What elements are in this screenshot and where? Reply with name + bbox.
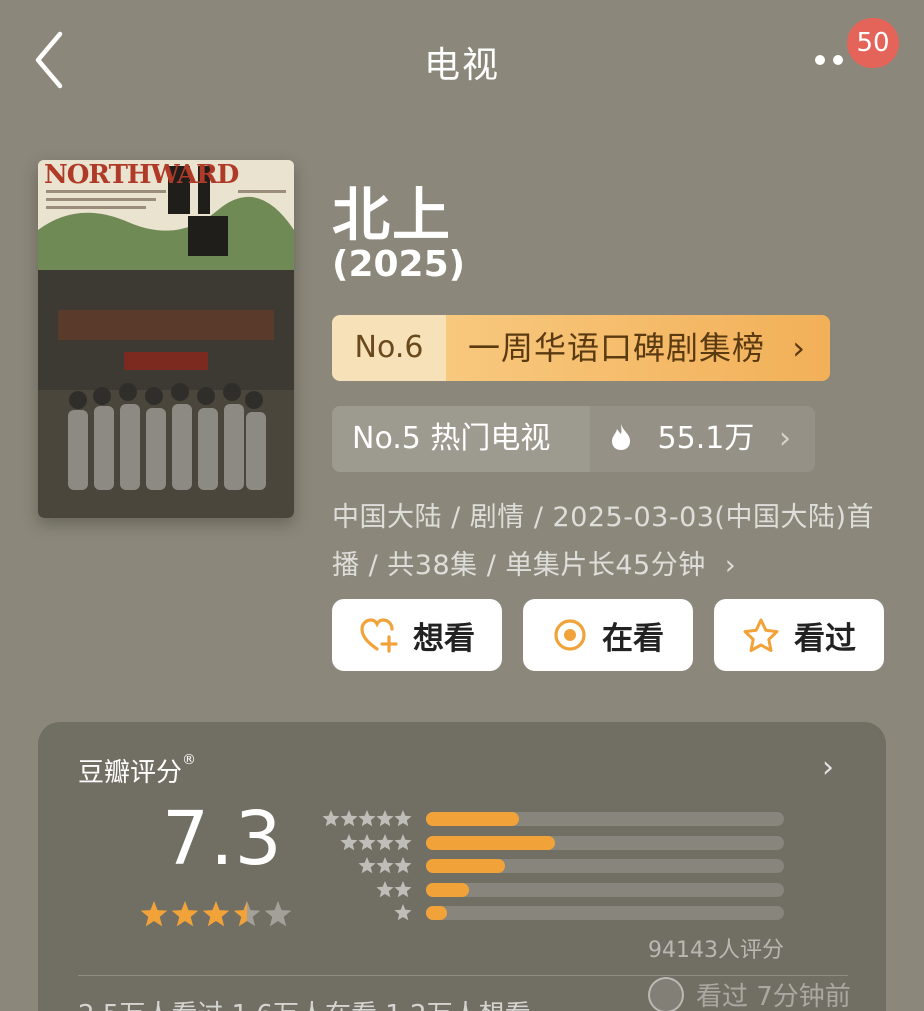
distribution-stars-1 bbox=[394, 904, 412, 921]
chevron-right-icon: › bbox=[792, 329, 806, 367]
poster-title-text: NORTHWARD bbox=[44, 160, 239, 190]
small-star-icon bbox=[358, 833, 376, 850]
distribution-bar-1 bbox=[426, 906, 784, 920]
rating-star-icon bbox=[202, 901, 230, 927]
small-star-icon bbox=[394, 810, 412, 827]
chevron-right-icon: › bbox=[724, 550, 737, 581]
rating-score: 7.3 bbox=[162, 796, 283, 882]
show-meta-line2[interactable]: 播 / 共38集 / 单集片长45分钟 › bbox=[332, 543, 736, 582]
hot-rank-label: No.5 热门电视 bbox=[332, 406, 590, 472]
distribution-bar-fill bbox=[426, 859, 505, 873]
target-circle-icon bbox=[554, 619, 586, 651]
watched-button[interactable]: 看过 bbox=[714, 599, 884, 671]
weekly-rank-list: 一周华语口碑剧集榜 › bbox=[446, 315, 830, 381]
weekly-rank-banner[interactable]: No.6 一周华语口碑剧集榜 › bbox=[332, 315, 830, 381]
show-meta-line1: 中国大陆 / 剧情 / 2025-03-03(中国大陆)首 bbox=[332, 502, 875, 533]
watching-button[interactable]: 在看 bbox=[523, 599, 693, 671]
small-star-icon bbox=[376, 880, 394, 897]
distribution-bar-fill bbox=[426, 812, 520, 826]
watermark-text: 看过 7分钟前 bbox=[696, 982, 851, 1011]
rating-star-icon bbox=[233, 901, 261, 927]
small-star-icon bbox=[394, 857, 412, 874]
want-to-watch-button[interactable]: 想看 bbox=[332, 599, 502, 671]
distribution-stars-2 bbox=[376, 880, 412, 897]
rating-stars bbox=[138, 898, 298, 936]
poster-image[interactable]: NORTHWARD bbox=[38, 160, 294, 518]
chevron-right-icon[interactable]: › bbox=[822, 750, 834, 785]
rating-label: 豆瓣评分® bbox=[78, 752, 196, 789]
small-star-icon bbox=[394, 904, 412, 921]
flame-icon bbox=[612, 423, 630, 450]
distribution-stars-5 bbox=[322, 810, 412, 827]
hot-count: 55.1万 bbox=[657, 421, 755, 456]
show-title: 北上 bbox=[332, 181, 453, 249]
small-star-icon bbox=[358, 810, 376, 827]
rating-label-text: 豆瓣评分 bbox=[78, 758, 183, 788]
notification-badge[interactable]: 50 bbox=[847, 18, 899, 68]
small-star-icon bbox=[340, 833, 358, 850]
small-star-icon bbox=[376, 833, 394, 850]
distribution-bar-2 bbox=[426, 882, 784, 897]
star-outline-icon bbox=[743, 618, 779, 652]
distribution-stars-4 bbox=[340, 833, 412, 850]
distribution-bar-fill bbox=[426, 882, 469, 897]
rating-star-icon bbox=[140, 901, 168, 927]
weekly-rank-list-name: 一周华语口碑剧集榜 bbox=[468, 329, 766, 367]
small-star-icon bbox=[340, 810, 358, 827]
small-star-icon bbox=[358, 857, 376, 874]
distribution-bar-fill bbox=[426, 835, 555, 850]
page-title: 电视 bbox=[423, 45, 500, 86]
chevron-right-icon: › bbox=[779, 421, 791, 456]
distribution-bar-fill bbox=[426, 906, 448, 920]
registered-mark: ® bbox=[182, 752, 197, 768]
distribution-stars-3 bbox=[358, 857, 412, 874]
weekly-rank-number: No.6 bbox=[332, 315, 446, 381]
show-meta-line2-text: 播 / 共38集 / 单集片长45分钟 bbox=[332, 550, 706, 581]
avatar bbox=[648, 976, 684, 1011]
hot-rank-banner[interactable]: No.5 热门电视 55.1万 › bbox=[332, 406, 815, 472]
small-star-icon bbox=[376, 810, 394, 827]
heart-plus-icon bbox=[360, 618, 398, 653]
want-to-watch-label: 想看 bbox=[413, 620, 475, 657]
rating-star-icon bbox=[171, 901, 199, 927]
watermark: 看过 7分钟前 bbox=[648, 976, 851, 1011]
small-star-icon bbox=[394, 880, 412, 897]
vote-count: 94143人评分 bbox=[648, 938, 784, 963]
watched-label: 看过 bbox=[794, 620, 856, 657]
distribution-bar-3 bbox=[426, 859, 784, 873]
small-star-icon bbox=[376, 857, 394, 874]
distribution-bar-4 bbox=[426, 835, 784, 850]
show-year: (2025) bbox=[332, 244, 466, 285]
rating-star-icon bbox=[264, 901, 292, 927]
watch-stats: 2.5万人看过 1.6万人在看 1.2万人想看 bbox=[78, 994, 531, 1011]
distribution-bar-5 bbox=[426, 812, 784, 826]
watching-label: 在看 bbox=[602, 620, 664, 657]
hot-count-section: 55.1万 › bbox=[590, 406, 815, 472]
small-star-icon bbox=[322, 810, 340, 827]
small-star-icon bbox=[394, 833, 412, 850]
